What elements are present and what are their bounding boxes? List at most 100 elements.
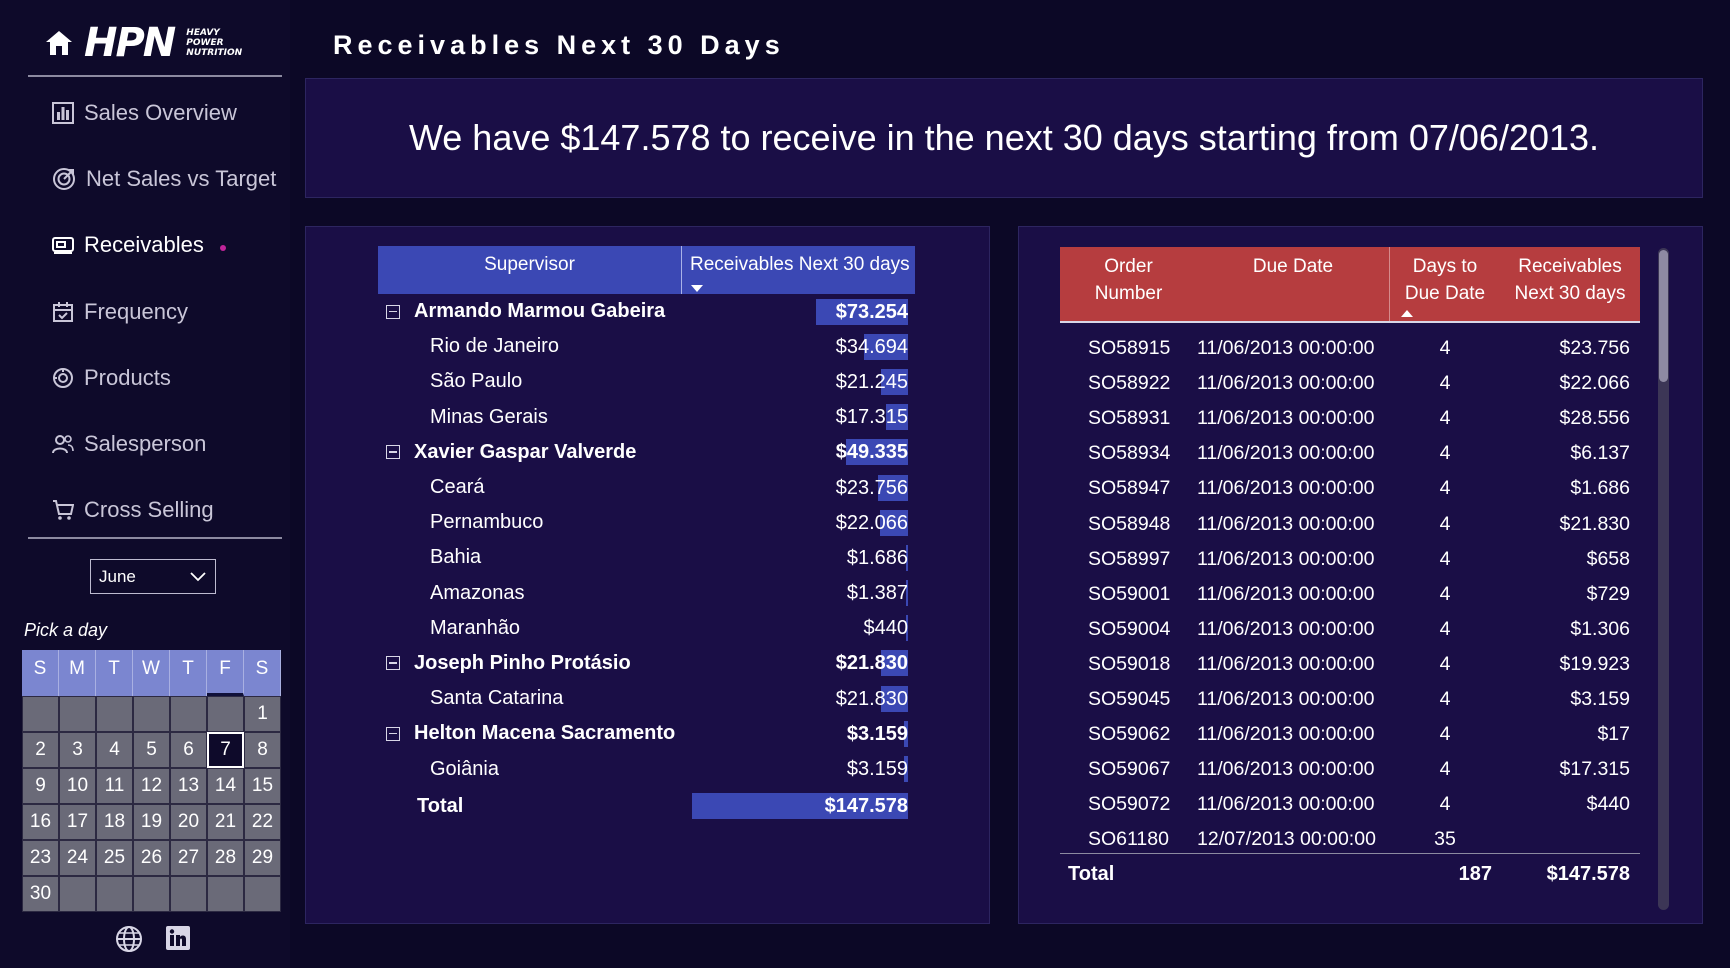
calendar-day[interactable]: 5 bbox=[133, 732, 170, 768]
calendar-day[interactable]: 28 bbox=[207, 840, 244, 876]
row-label: Minas Gerais bbox=[378, 406, 824, 429]
days-to-due-cell: 35 bbox=[1434, 828, 1456, 851]
summary-banner: We have $147.578 to receive in the next … bbox=[305, 78, 1703, 198]
calendar-day[interactable]: 3 bbox=[59, 732, 96, 768]
due-date-cell: 11/06/2013 00:00:00 bbox=[1197, 547, 1375, 570]
sidebar-divider-top bbox=[28, 75, 282, 77]
calendar-day[interactable]: 30 bbox=[22, 876, 59, 912]
collapse-icon[interactable] bbox=[386, 656, 400, 671]
calendar-day[interactable]: 24 bbox=[59, 840, 96, 876]
receivable-value-cell: $658 bbox=[1586, 547, 1630, 570]
calendar-day[interactable]: 26 bbox=[133, 840, 170, 876]
due-date-cell: 11/06/2013 00:00:00 bbox=[1197, 793, 1375, 816]
row-value-text: $440 bbox=[863, 617, 909, 640]
globe-icon[interactable] bbox=[115, 925, 143, 953]
row-label-text: Minas Gerais bbox=[430, 405, 548, 428]
calendar-weekday: T bbox=[96, 650, 133, 696]
row-value-text: $17.315 bbox=[835, 406, 908, 429]
calendar-empty-cell bbox=[59, 876, 96, 912]
sidebar-item-frequency[interactable]: Frequency bbox=[52, 292, 292, 332]
orders-scroll-thumb[interactable] bbox=[1659, 250, 1668, 382]
collapse-icon[interactable] bbox=[386, 304, 400, 319]
calendar-day[interactable]: 18 bbox=[96, 804, 133, 840]
supervisor-row: Joseph Pinho Protásio $21.830 bbox=[378, 646, 915, 681]
calendar-day[interactable]: 29 bbox=[244, 840, 281, 876]
sidebar-item-cross-selling[interactable]: Cross Selling bbox=[52, 490, 292, 530]
calendar-day[interactable]: 27 bbox=[170, 840, 207, 876]
due-date-cell: 11/06/2013 00:00:00 bbox=[1197, 512, 1375, 535]
column-header-due-date[interactable]: Due Date bbox=[1197, 247, 1390, 321]
sidebar-item-salesperson[interactable]: Salesperson bbox=[52, 424, 292, 464]
calendar-day[interactable]: 4 bbox=[96, 732, 133, 768]
order-number-cell: SO58922 bbox=[1088, 372, 1171, 395]
collapse-icon[interactable] bbox=[386, 445, 400, 460]
home-icon[interactable] bbox=[44, 28, 74, 58]
calendar-day[interactable]: 8 bbox=[244, 732, 281, 768]
orders-header: Order Number Due Date Days to Due Date Rec… bbox=[1060, 247, 1640, 323]
calendar-day[interactable]: 13 bbox=[170, 768, 207, 804]
sidebar-item-products[interactable]: Products bbox=[52, 358, 292, 398]
logo[interactable]: HPN HEAVY POWER NUTRITION bbox=[44, 20, 242, 66]
calendar-day[interactable]: 7 bbox=[207, 732, 244, 768]
column-header-supervisor[interactable]: Supervisor bbox=[378, 246, 682, 294]
supervisor-row: Armando Marmou Gabeira $73.254 bbox=[378, 294, 915, 329]
summary-text: We have $147.578 to receive in the next … bbox=[408, 117, 1600, 158]
calendar-day[interactable]: 2 bbox=[22, 732, 59, 768]
column-header-receivables[interactable]: Receivables Next 30 days bbox=[1500, 247, 1640, 321]
calendar-day[interactable]: 17 bbox=[59, 804, 96, 840]
column-header-order-number[interactable]: Order Number bbox=[1060, 247, 1197, 321]
calendar-day[interactable]: 22 bbox=[244, 804, 281, 840]
logo-tagline: HEAVY POWER NUTRITION bbox=[186, 28, 242, 58]
sidebar-item-label: Receivables bbox=[84, 232, 204, 257]
order-number-cell: SO58997 bbox=[1088, 547, 1171, 570]
calendar-day[interactable]: 11 bbox=[96, 768, 133, 804]
table-row: SO58947 11/06/2013 00:00:00 4 $1.686 bbox=[1060, 471, 1640, 506]
order-number-cell: SO58931 bbox=[1088, 407, 1171, 430]
calendar-day[interactable]: 25 bbox=[96, 840, 133, 876]
sidebar-item-sales-overview[interactable]: Sales Overview bbox=[52, 93, 292, 133]
row-value-text: $21.245 bbox=[835, 370, 908, 393]
row-value: $21.830 bbox=[815, 650, 915, 677]
receivable-value-cell: $729 bbox=[1586, 582, 1630, 605]
collapse-icon[interactable] bbox=[386, 726, 400, 741]
calendar-day[interactable]: 12 bbox=[133, 768, 170, 804]
calendar-day[interactable]: 20 bbox=[170, 804, 207, 840]
row-value-text: $1.686 bbox=[846, 546, 908, 569]
column-header-receivables[interactable]: Receivables Next 30 days bbox=[682, 246, 915, 294]
supervisor-row: Helton Macena Sacramento $3.159 bbox=[378, 716, 915, 751]
due-date-cell: 11/06/2013 00:00:00 bbox=[1197, 372, 1375, 395]
calendar-day[interactable]: 16 bbox=[22, 804, 59, 840]
calendar-day[interactable]: 1 bbox=[244, 696, 281, 732]
month-dropdown[interactable]: June bbox=[90, 559, 216, 594]
calendar-day[interactable]: 10 bbox=[59, 768, 96, 804]
table-row: SO58922 11/06/2013 00:00:00 4 $22.066 bbox=[1060, 366, 1640, 401]
linkedin-icon[interactable] bbox=[165, 925, 191, 951]
sidebar-item-net-sales-vs-target[interactable]: Net Sales vs Target bbox=[52, 159, 292, 199]
logo-wordmark: HPN bbox=[84, 20, 176, 66]
calendar-day[interactable]: 6 bbox=[170, 732, 207, 768]
state-row: Santa Catarina $21.830 bbox=[378, 681, 915, 716]
days-to-due-cell: 4 bbox=[1439, 582, 1451, 605]
calendar-day[interactable]: 9 bbox=[22, 768, 59, 804]
due-date-cell: 11/06/2013 00:00:00 bbox=[1197, 652, 1375, 675]
calendar-day[interactable]: 14 bbox=[207, 768, 244, 804]
orders-total-row: Total 187 $147.578 bbox=[1060, 854, 1640, 894]
due-date-cell: 11/06/2013 00:00:00 bbox=[1197, 687, 1375, 710]
calendar-empty-cell bbox=[244, 876, 281, 912]
calendar-empty-cell bbox=[96, 876, 133, 912]
calendar-weekdays: SMTWTFS bbox=[22, 650, 287, 696]
row-label-text: Rio de Janeiro bbox=[430, 335, 559, 358]
due-date-cell: 11/06/2013 00:00:00 bbox=[1197, 442, 1375, 465]
days-to-due-cell: 4 bbox=[1439, 687, 1451, 710]
calendar-empty-cell bbox=[207, 696, 244, 732]
sidebar-item-receivables[interactable]: Receivables bbox=[52, 225, 292, 265]
wallet-icon bbox=[52, 237, 74, 254]
calendar-day[interactable]: 19 bbox=[133, 804, 170, 840]
calendar-day[interactable]: 21 bbox=[207, 804, 244, 840]
matrix-body: Armando Marmou Gabeira $73.254 Rio de Jane… bbox=[378, 294, 915, 787]
row-label-text: Maranhão bbox=[430, 616, 521, 639]
column-header-days-to-due[interactable]: Days to Due Date bbox=[1390, 247, 1500, 321]
calendar-day[interactable]: 23 bbox=[22, 840, 59, 876]
calendar-day[interactable]: 15 bbox=[244, 768, 281, 804]
orders-scroll-area[interactable]: SO58915 11/06/2013 00:00:00 4 $23.756 SO5892… bbox=[1060, 323, 1640, 854]
